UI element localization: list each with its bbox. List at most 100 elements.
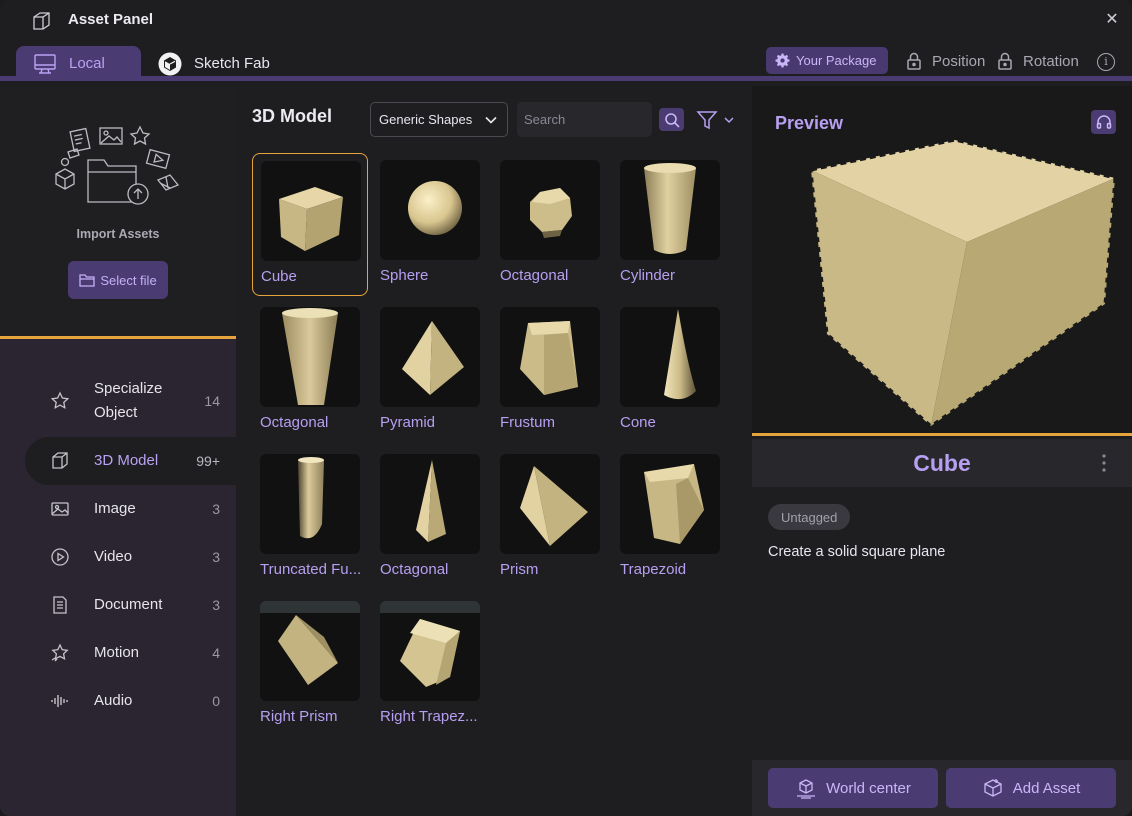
cube-icon [50,451,70,471]
sidebar: Import Assets Select file Specialize Obj… [0,86,236,816]
category-count: 14 [204,393,220,409]
section-title: 3D Model [252,106,333,126]
tab-local[interactable]: Local [16,46,141,81]
model-card[interactable]: Octagonal [372,447,488,590]
model-card[interactable]: Trapezoid [612,447,728,590]
model-thumbnail [261,161,361,261]
model-thumbnail [500,160,600,260]
cube-logo-icon [33,12,50,30]
model-card[interactable]: Truncated Fu... [252,447,368,590]
details-panel: Preview Cube Untagged Create a solid squ… [752,86,1132,816]
preview-title: Preview [775,113,844,133]
model-card[interactable]: Octagonal [492,153,608,296]
category-label: Specialize Object [94,380,163,421]
model-card[interactable]: Right Trapez... [372,594,488,737]
search-button[interactable] [659,108,684,131]
model-thumbnail [620,307,720,407]
model-name: Right Trapez... [380,708,478,725]
model-name: Right Prism [260,708,338,725]
your-package-label: Your Package [796,53,877,68]
model-card[interactable]: Cone [612,300,728,443]
category-label: Motion [94,644,140,661]
model-name: Prism [500,561,539,578]
select-file-label: Select file [100,272,157,288]
model-thumbnail [260,307,360,407]
tab-sketchfab[interactable]: Sketch Fab [158,46,288,81]
model-thumbnail [500,307,600,407]
category-label: Audio [94,692,133,709]
close-icon[interactable]: ✕ [1103,11,1121,29]
model-card[interactable]: Prism [492,447,608,590]
shape-category-dropdown[interactable]: Generic Shapes [370,102,508,137]
category-count: 4 [212,645,220,661]
tag-badge: Untagged [768,504,851,530]
cone-model-image [664,309,696,400]
pyramid-model-image [402,321,464,395]
select-file-button[interactable]: Select file [68,261,168,299]
selected-model-name: Cube [913,450,971,476]
category-audio[interactable]: Audio 0 [25,677,236,725]
headset-button[interactable] [1091,110,1116,134]
chevron-down-icon [485,116,497,124]
trapezoid-model-image [644,464,704,544]
asset-panel-window: Asset Panel ✕ Local Sketch Fab Your Pack… [0,0,1132,816]
filter-button[interactable] [696,108,736,132]
position-label: Position [932,52,986,70]
right-trapezoid-model-image [380,601,480,687]
world-center-button[interactable]: World center [768,768,938,808]
category-label: 3D Model [94,452,159,469]
import-area: Import Assets Select file [0,86,236,339]
rotation-lock-button[interactable]: Rotation [997,50,1079,72]
category-document[interactable]: Document 3 [25,581,236,629]
model-card[interactable]: Octagonal [252,300,368,443]
sketchfab-icon [158,52,182,76]
add-asset-icon [984,779,1002,797]
waveform-icon [50,691,70,711]
model-name: Trapezoid [620,561,687,578]
category-3d-model[interactable]: 3D Model 99+ [25,437,236,485]
world-center-icon [797,779,816,799]
model-card[interactable]: Cube [252,153,368,296]
rotation-label: Rotation [1023,52,1079,70]
more-options-icon[interactable] [1096,452,1112,474]
preview-area: Preview [752,86,1132,436]
monitor-icon [33,52,57,76]
model-name: Octagonal [500,267,569,284]
add-asset-button[interactable]: Add Asset [946,768,1116,808]
info-icon[interactable]: i [1097,53,1115,71]
cube-model-image [279,187,343,251]
model-name: Octagonal [380,561,449,578]
category-image[interactable]: Image 3 [25,485,236,533]
category-specialize-object[interactable]: Specialize Object 14 [25,377,236,425]
play-circle-icon [50,547,70,567]
search-icon [664,112,680,128]
cylinder-model-image [644,163,696,254]
octagonal-cone-model-image [416,460,446,542]
dropdown-value: Generic Shapes [379,112,473,127]
octagonal-prism-model-image [282,308,338,405]
model-thumbnail [260,454,360,554]
category-label: Image [94,500,136,517]
model-card[interactable]: Sphere [372,153,488,296]
document-icon [50,595,70,615]
tab-bar: Local Sketch Fab Your Package Position R… [0,40,1132,81]
model-thumbnail [260,601,360,701]
model-card[interactable]: Pyramid [372,300,488,443]
lock-icon [998,52,1012,70]
model-card[interactable]: Right Prism [252,594,368,737]
category-label: Document [94,596,163,613]
model-name: Cylinder [620,267,676,284]
position-lock-button[interactable]: Position [906,50,985,72]
search-input[interactable] [517,102,652,137]
preview-cube-render [809,138,1117,428]
your-package-button[interactable]: Your Package [766,47,888,74]
prism-model-image [520,466,588,546]
chevron-down-icon [724,117,734,124]
model-card[interactable]: Cylinder [612,153,728,296]
title-bar: Asset Panel ✕ [0,0,1132,40]
category-video[interactable]: Video 3 [25,533,236,581]
category-motion[interactable]: Motion 4 [25,629,236,677]
model-card[interactable]: Frustum [492,300,608,443]
image-icon [50,499,70,519]
model-thumbnail [500,454,600,554]
